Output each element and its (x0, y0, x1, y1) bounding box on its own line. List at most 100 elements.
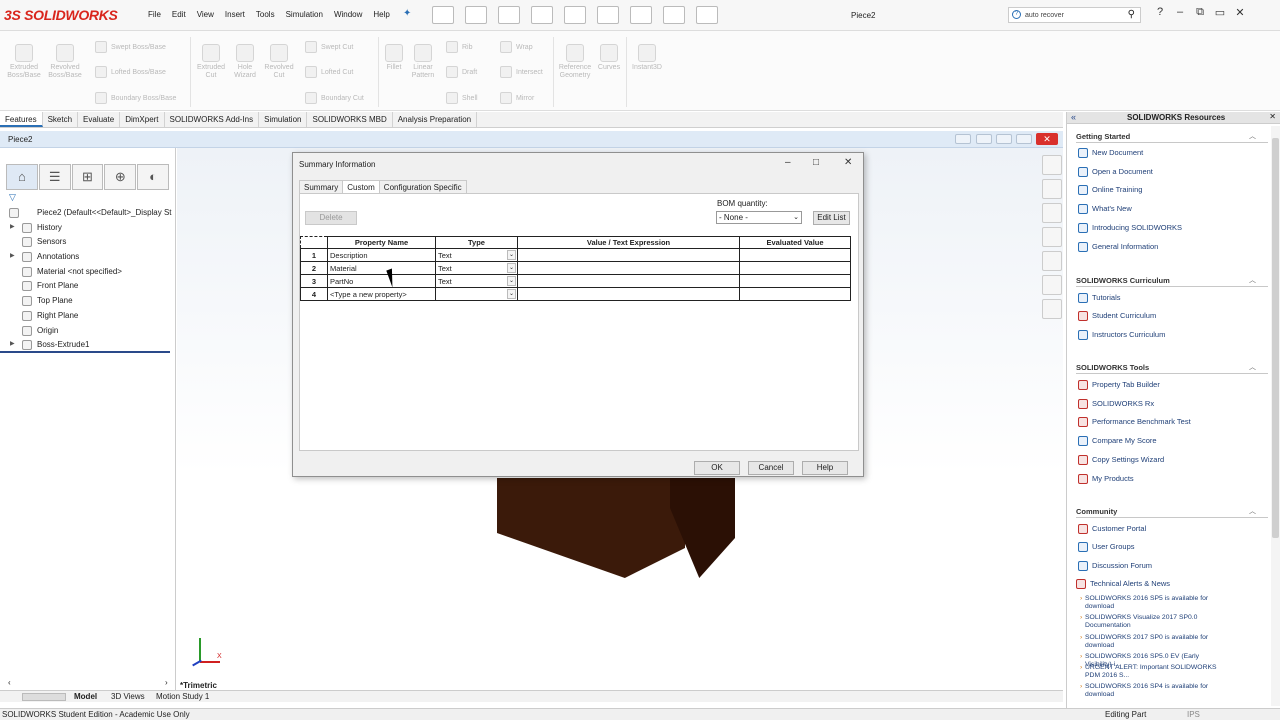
swept-cut-button[interactable]: Swept Cut (305, 41, 353, 53)
swept-boss-button[interactable]: Swept Boss/Base (95, 41, 166, 53)
menu-window[interactable]: Window (334, 10, 362, 19)
file-properties-icon[interactable] (663, 6, 685, 24)
row-number-header[interactable] (300, 236, 328, 249)
tab-analysis-preparation[interactable]: Analysis Preparation (393, 112, 478, 127)
menu-edit[interactable]: Edit (172, 10, 186, 19)
menu-view[interactable]: View (197, 10, 214, 19)
collapse-section-icon[interactable]: ︿ (1249, 362, 1256, 372)
tree-item-material[interactable]: Material <not specified> (0, 265, 176, 280)
maximize-icon[interactable]: ▭ (1210, 6, 1230, 19)
open-folder-icon[interactable] (465, 6, 487, 24)
news-item[interactable]: SOLIDWORKS Visualize 2017 SP0.0 Document… (1080, 614, 1225, 629)
expand-icon[interactable]: ▶ (10, 223, 15, 230)
solidworks-logo[interactable]: 3S SOLIDWORKS (4, 7, 118, 23)
value-cell[interactable] (517, 274, 740, 288)
part-model-front-face[interactable] (497, 478, 685, 578)
doc-minimize-icon[interactable] (996, 134, 1012, 144)
menu-insert[interactable]: Insert (225, 10, 245, 19)
type-cell[interactable]: Text ⌄ (435, 261, 518, 275)
linear-pattern-button[interactable]: Linear Pattern (408, 44, 438, 80)
menu-tools[interactable]: Tools (256, 10, 275, 19)
tab-summary[interactable]: Summary (299, 180, 344, 194)
minimize-icon[interactable]: – (1170, 6, 1190, 19)
tree-item-top-plane[interactable]: Top Plane (0, 294, 176, 309)
feature-tree-icon[interactable]: ⌂ (6, 164, 38, 190)
tab-motion-study[interactable]: Motion Study 1 (156, 692, 209, 701)
filter-icon[interactable]: ▽ (9, 192, 16, 203)
value-cell[interactable] (517, 261, 740, 275)
search-box[interactable]: ? ⚲ (1008, 7, 1141, 23)
extruded-cut-button[interactable]: Extruded Cut (196, 44, 226, 80)
tree-item-front-plane[interactable]: Front Plane (0, 279, 176, 294)
link-customer-portal[interactable]: Customer Portal (1078, 524, 1146, 535)
custom-properties-icon[interactable] (1042, 275, 1062, 295)
display-manager-icon[interactable]: ◐ (137, 164, 169, 190)
design-library-icon[interactable] (1042, 179, 1062, 199)
news-item[interactable]: SOLIDWORKS 2016 SP4 is available for dow… (1080, 683, 1225, 698)
expand-icon[interactable]: ▶ (10, 252, 15, 259)
curves-button[interactable]: Curves (596, 44, 622, 72)
dialog-minimize-icon[interactable]: – (785, 157, 791, 168)
collapse-icon[interactable]: « (1071, 112, 1076, 122)
chevron-down-icon[interactable]: ⌄ (507, 289, 516, 299)
bom-quantity-select[interactable]: - None - ⌄ (716, 211, 802, 224)
file-explorer-icon[interactable] (1042, 203, 1062, 223)
restore-icon[interactable]: ⧉ (1190, 6, 1210, 19)
rebuild-icon[interactable] (630, 6, 652, 24)
link-tutorials[interactable]: Tutorials (1078, 293, 1120, 304)
configuration-manager-icon[interactable]: ⊞ (71, 164, 104, 190)
pin-icon[interactable]: ✕ (1269, 112, 1276, 121)
task-pane-scrollbar[interactable] (1271, 126, 1280, 706)
menu-file[interactable]: File (148, 10, 161, 19)
intersect-button[interactable]: Intersect (500, 66, 543, 78)
news-item[interactable]: SOLIDWORKS 2017 SP0 is available for dow… (1080, 634, 1225, 649)
link-copy-settings[interactable]: Copy Settings Wizard (1078, 455, 1164, 466)
property-name-cell[interactable]: Material (327, 261, 436, 275)
fillet-button[interactable]: Fillet (383, 44, 405, 72)
new-document-icon[interactable] (432, 6, 454, 24)
link-my-products[interactable]: My Products (1078, 474, 1134, 485)
appearances-icon[interactable] (1042, 251, 1062, 271)
tree-item-annotations[interactable]: ▶ Annotations (0, 250, 176, 265)
pin-icon[interactable]: ✦ (403, 8, 413, 19)
link-online-training[interactable]: Online Training (1078, 185, 1142, 196)
tab-dimxpert[interactable]: DimXpert (120, 112, 165, 127)
dimxpert-manager-icon[interactable]: ⊕ (104, 164, 137, 190)
rib-button[interactable]: Rib (446, 41, 473, 53)
tab-simulation[interactable]: Simulation (259, 112, 308, 127)
type-cell[interactable]: Text ⌄ (435, 248, 518, 262)
close-icon[interactable]: ✕ (1230, 6, 1250, 19)
tree-item-history[interactable]: ▶ History (0, 221, 176, 236)
ok-button[interactable]: OK (694, 461, 740, 475)
shell-button[interactable]: Shell (446, 92, 478, 104)
edit-list-button[interactable]: Edit List (813, 211, 850, 225)
cascade-icon[interactable] (976, 134, 992, 144)
hole-wizard-button[interactable]: Hole Wizard (230, 44, 260, 80)
feature-manager-scrollbar[interactable]: ‹ › (0, 678, 176, 690)
menu-help[interactable]: Help (373, 10, 389, 19)
news-item[interactable]: URGENT ALERT: Important SOLIDWORKS PDM 2… (1080, 664, 1225, 679)
reference-geometry-button[interactable]: Reference Geometry (555, 44, 595, 80)
link-open-document[interactable]: Open a Document (1078, 167, 1153, 178)
scroll-right-icon[interactable]: › (165, 678, 168, 687)
status-units[interactable]: IPS (1187, 710, 1200, 719)
delete-button[interactable]: Delete (305, 211, 357, 225)
link-introducing-solidworks[interactable]: Introducing SOLIDWORKS (1078, 223, 1182, 234)
collapse-section-icon[interactable]: ︿ (1249, 506, 1256, 516)
chevron-down-icon[interactable]: ⌄ (507, 263, 516, 273)
link-whats-new[interactable]: What's New (1078, 204, 1132, 215)
instant3d-button[interactable]: Instant3D (628, 44, 666, 72)
link-compare-score[interactable]: Compare My Score (1078, 436, 1157, 447)
property-manager-icon[interactable]: ☰ (38, 164, 71, 190)
value-cell[interactable] (517, 248, 740, 262)
tab-model[interactable]: Model (74, 692, 97, 701)
link-user-groups[interactable]: User Groups (1078, 542, 1135, 553)
revolved-cut-button[interactable]: Revolved Cut (262, 44, 296, 80)
link-solidworks-rx[interactable]: SOLIDWORKS Rx (1078, 399, 1154, 410)
property-name-cell[interactable]: Description (327, 248, 436, 262)
type-cell[interactable]: ⌄ (435, 287, 518, 301)
new-property-cell[interactable]: <Type a new property> (327, 287, 436, 301)
dialog-maximize-icon[interactable]: □ (813, 157, 819, 168)
help-button[interactable]: Help (802, 461, 848, 475)
print-icon[interactable] (531, 6, 553, 24)
